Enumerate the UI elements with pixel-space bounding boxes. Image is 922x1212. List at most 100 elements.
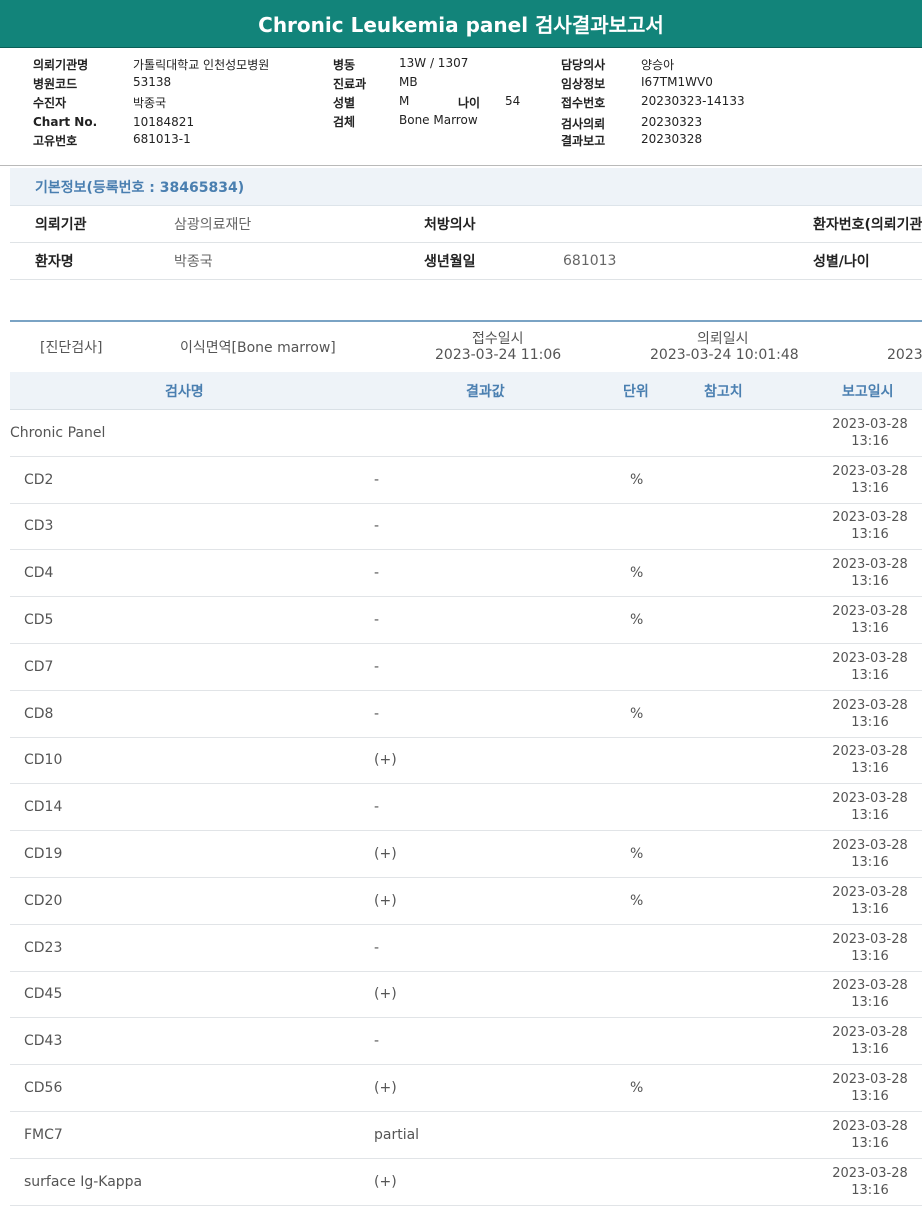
report-datetime: 2023-03-28 13:16 bbox=[825, 977, 915, 1011]
table-row: CD20 (+)% 2023-03-28 13:16 bbox=[10, 878, 922, 925]
result-value: - bbox=[374, 471, 380, 488]
results-table-header: 검사명 결과값 단위 참고치 보고일시 bbox=[10, 372, 922, 410]
table-row: CD43 - 2023-03-28 13:16 bbox=[10, 1018, 922, 1066]
report-time: 13:16 bbox=[851, 433, 889, 449]
report-datetime: 2023-03-28 13:16 bbox=[825, 650, 915, 684]
sex-label: 성별 bbox=[333, 96, 356, 110]
result-value: (+) bbox=[374, 1080, 397, 1097]
dept-value: MB bbox=[399, 75, 418, 89]
test-name: CD2 bbox=[24, 471, 54, 488]
test-name: CD45 bbox=[24, 986, 63, 1003]
clinical-info-value: I67TM1WV0 bbox=[641, 75, 713, 89]
result-value: - bbox=[374, 612, 380, 629]
patient-name-label: 환자명 bbox=[35, 254, 74, 270]
table-group-row: Chronic Panel 2023-03-28 13:16 bbox=[10, 410, 922, 457]
report-date: 2023-03-28 bbox=[832, 884, 908, 900]
report-datetime: 2023-03-28 13:16 bbox=[825, 603, 915, 637]
test-name: CD19 bbox=[24, 846, 63, 863]
birth-date-label: 생년월일 bbox=[424, 254, 476, 270]
report-datetime: 2023-03-28 13:16 bbox=[825, 884, 915, 918]
test-name: CD5 bbox=[24, 612, 54, 629]
report-title: Chronic Leukemia panel 검사결과보고서 bbox=[0, 0, 922, 48]
ward-value: 13W / 1307 bbox=[399, 56, 469, 70]
table-row: CD19 (+)% 2023-03-28 13:16 bbox=[10, 831, 922, 878]
report-time: 13:16 bbox=[851, 901, 889, 917]
test-name: CD3 bbox=[24, 518, 54, 535]
specimen-label: 검체 bbox=[333, 115, 356, 129]
report-datetime: 2023-03-28 13:16 bbox=[825, 697, 915, 731]
report-datetime: 2023-03-28 13:16 bbox=[825, 931, 915, 965]
result-value: (+) bbox=[374, 752, 397, 769]
request-date-value: 20230323 bbox=[641, 115, 703, 129]
table-row: CD4 -% 2023-03-28 13:16 bbox=[10, 550, 922, 598]
report-time: 13:16 bbox=[851, 1135, 889, 1151]
col-header-unit: 단위 bbox=[623, 383, 649, 400]
result-value: - bbox=[374, 518, 380, 535]
requested-label: 의뢰일시 bbox=[697, 331, 749, 347]
order-test-name: 이식면역[Bone marrow] bbox=[180, 340, 336, 356]
age-value: 54 bbox=[505, 94, 521, 108]
result-unit: % bbox=[630, 705, 644, 722]
report-time: 13:16 bbox=[851, 1182, 889, 1198]
result-value: - bbox=[374, 1033, 380, 1050]
result-value: (+) bbox=[374, 1173, 397, 1190]
test-name: CD23 bbox=[24, 939, 63, 956]
receipt-no-value: 20230323-14133 bbox=[641, 94, 745, 108]
table-row: CD2 -% 2023-03-28 13:16 bbox=[10, 457, 922, 504]
report-header-info: 의뢰기관명 가톨릭대학교 인천성모병원 병원코드 53138 수진자 박종국 C… bbox=[0, 48, 922, 166]
table-row: CD14 - 2023-03-28 13:16 bbox=[10, 784, 922, 832]
basic-info-title: 기본정보(등록번호 : 38465834) bbox=[10, 168, 922, 206]
test-name: CD7 bbox=[24, 658, 54, 675]
result-value: - bbox=[374, 705, 380, 722]
report-time: 13:16 bbox=[851, 1089, 889, 1105]
report-datetime: 2023-03-28 13:16 bbox=[825, 837, 915, 871]
chart-no-label: Chart No. bbox=[33, 115, 98, 129]
test-name: CD8 bbox=[24, 705, 54, 722]
result-unit: % bbox=[630, 1080, 644, 1097]
table-row: CD10 (+) 2023-03-28 13:16 bbox=[10, 738, 922, 785]
result-unit: % bbox=[630, 471, 644, 488]
report-time: 13:16 bbox=[851, 480, 889, 496]
unique-no-value: 681013-1 bbox=[133, 132, 191, 146]
receipt-no-label: 접수번호 bbox=[561, 96, 606, 110]
table-row: surface Ig-Kappa (+) 2023-03-28 13:16 bbox=[10, 1159, 922, 1206]
age-label: 나이 bbox=[458, 96, 481, 110]
report-time: 13:16 bbox=[851, 527, 889, 543]
table-row: CD23 - 2023-03-28 13:16 bbox=[10, 925, 922, 972]
result-value: (+) bbox=[374, 846, 397, 863]
test-name: FMC7 bbox=[24, 1126, 63, 1143]
result-value: - bbox=[374, 565, 380, 582]
result-date-label: 결과보고 bbox=[561, 134, 606, 148]
test-name: surface Ig-Kappa bbox=[24, 1173, 143, 1190]
report-date: 2023-03-28 bbox=[832, 1025, 908, 1041]
basic-info-row: 의뢰기관 삼광의료재단 처방의사 환자번호(의뢰기관 bbox=[10, 206, 922, 243]
doctor-label: 담당의사 bbox=[561, 58, 606, 72]
test-name: Chronic Panel bbox=[10, 424, 106, 441]
result-unit: % bbox=[630, 892, 644, 909]
result-value: - bbox=[374, 939, 380, 956]
table-row: CD5 -% 2023-03-28 13:16 bbox=[10, 597, 922, 644]
institution-label: 의뢰기관명 bbox=[33, 58, 89, 72]
report-date: 2023-03-28 bbox=[832, 1118, 908, 1134]
result-value: (+) bbox=[374, 986, 397, 1003]
dept-label: 진료과 bbox=[333, 77, 367, 91]
report-datetime: 2023-03-28 13:16 bbox=[825, 509, 915, 543]
order-summary-bar: [진단검사] 이식면역[Bone marrow] 접수일시 2023-03-24… bbox=[10, 320, 922, 372]
test-name: CD10 bbox=[24, 752, 63, 769]
report-datetime: 2023-03-28 13:16 bbox=[825, 790, 915, 824]
doctor-value: 양승아 bbox=[641, 58, 675, 72]
report-time: 13:16 bbox=[851, 1042, 889, 1058]
report-datetime: 2023-03-28 13:16 bbox=[825, 743, 915, 777]
report-date: 2023-03-28 bbox=[832, 416, 908, 432]
table-row: CD7 - 2023-03-28 13:16 bbox=[10, 644, 922, 691]
report-date: 2023-03-28 bbox=[832, 838, 908, 854]
col-header-reference: 참고치 bbox=[704, 383, 743, 400]
patient-value: 박종국 bbox=[133, 96, 167, 110]
specimen-value: Bone Marrow bbox=[399, 113, 478, 127]
ordering-institution-value: 삼광의료재단 bbox=[174, 217, 252, 233]
request-date-label: 검사의뢰 bbox=[561, 117, 606, 131]
result-value: (+) bbox=[374, 892, 397, 909]
patient-label: 수진자 bbox=[33, 96, 67, 110]
report-time: 13:16 bbox=[851, 667, 889, 683]
report-date-cut: 2023 bbox=[887, 347, 922, 363]
